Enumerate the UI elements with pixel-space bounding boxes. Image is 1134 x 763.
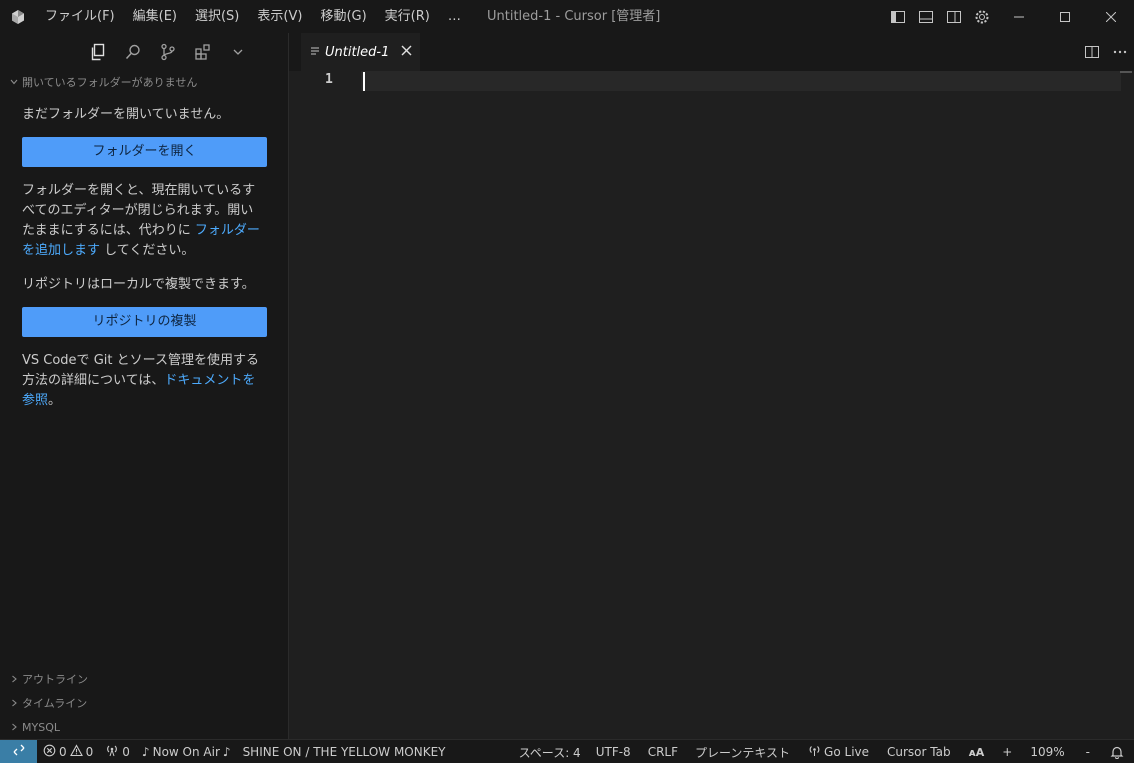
warning-count: 0: [85, 744, 94, 759]
text-cursor: [363, 72, 365, 91]
now-on-air-indicator[interactable]: ♪ Now On Air ♪: [136, 740, 237, 763]
mysql-title: MYSQL: [22, 720, 60, 734]
section-title: 開いているフォルダーがありません: [22, 76, 198, 89]
current-line-highlight: [361, 71, 1121, 91]
menu-edit[interactable]: 編集(E): [124, 0, 186, 33]
git-docs-description: VS Codeで Git とソース管理を使用する方法の詳細については、ドキュメン…: [22, 351, 266, 411]
indentation-selector[interactable]: スペース: 4: [513, 740, 587, 763]
chevron-right-icon: [6, 698, 22, 708]
extensions-icon[interactable]: [186, 33, 221, 71]
remote-icon: [12, 743, 26, 760]
open-folder-button[interactable]: フォルダーを開く: [22, 137, 267, 167]
editor-tab-bar: Untitled-1: [289, 33, 1134, 71]
welcome-view: まだフォルダーを開いていません。 フォルダーを開く フォルダーを開くと、現在開い…: [0, 93, 288, 411]
music-note-icon: ♪: [222, 744, 231, 759]
status-bar: 0 0 0 ♪ Now On Air ♪ SHINE ON / THE YELL…: [0, 739, 1134, 763]
maximize-button[interactable]: [1042, 0, 1088, 33]
outline-section-header[interactable]: アウトライン: [0, 667, 288, 691]
encoding-selector[interactable]: UTF-8: [587, 740, 640, 763]
open-folder-button-label: フォルダーを開く: [92, 144, 197, 159]
zoom-in-button[interactable]: +: [993, 740, 1021, 763]
menu-more[interactable]: …: [439, 0, 470, 33]
clone-repository-button[interactable]: リポジトリの複製: [22, 307, 267, 337]
menu-view[interactable]: 表示(V): [248, 0, 311, 33]
go-live-label: Go Live: [824, 745, 870, 759]
toggle-secondary-sidebar-icon[interactable]: [940, 0, 968, 33]
go-live-button[interactable]: Go Live: [799, 740, 878, 763]
tab-label: Untitled-1: [325, 45, 390, 60]
explorer-files-icon[interactable]: [81, 33, 116, 71]
settings-gear-icon[interactable]: [968, 0, 996, 33]
open-folder-description: フォルダーを開くと、現在開いているすべてのエディターが閉じられます。開いたままに…: [22, 181, 266, 261]
tab-untitled-1[interactable]: Untitled-1: [301, 33, 421, 71]
outline-title: アウトライン: [22, 673, 88, 686]
close-icon[interactable]: [401, 45, 412, 60]
music-note-icon: ♪: [141, 744, 150, 759]
window-title: Untitled-1 - Cursor [管理者]: [487, 9, 661, 24]
zoom-level[interactable]: 109%: [1021, 740, 1073, 763]
ports-count: 0: [122, 744, 130, 759]
toggle-panel-icon[interactable]: [912, 0, 940, 33]
broadcast-icon: [105, 744, 119, 760]
search-icon[interactable]: [116, 33, 151, 71]
problems-indicator[interactable]: 0 0: [37, 740, 99, 763]
split-editor-icon[interactable]: [1078, 36, 1106, 69]
chevron-down-icon: [6, 77, 22, 87]
chevron-down-icon[interactable]: [221, 33, 256, 71]
remote-indicator[interactable]: [0, 739, 37, 763]
line-number: 1: [325, 72, 333, 87]
clone-repository-button-label: リポジトリの複製: [92, 314, 197, 329]
title-bar: ファイル(F) 編集(E) 選択(S) 表示(V) 移動(G) 実行(R) … …: [0, 0, 1134, 33]
source-control-icon[interactable]: [151, 33, 186, 71]
now-playing-song[interactable]: SHINE ON / THE YELLOW MONKEY: [237, 740, 452, 763]
zoom-out-button[interactable]: -: [1074, 740, 1102, 763]
plain-text-file-icon: [309, 45, 321, 61]
chevron-right-icon: [6, 722, 22, 732]
timeline-section-header[interactable]: タイムライン: [0, 691, 288, 715]
eol-selector[interactable]: CRLF: [640, 740, 686, 763]
open-folder-text-after: してください。: [100, 243, 195, 258]
minimize-button[interactable]: [996, 0, 1042, 33]
toggle-primary-sidebar-icon[interactable]: [884, 0, 912, 33]
language-mode-selector[interactable]: プレーンテキスト: [686, 740, 799, 763]
chevron-right-icon: [6, 674, 22, 684]
timeline-title: タイムライン: [22, 697, 88, 710]
activity-bar: [0, 33, 288, 71]
close-window-button[interactable]: [1088, 0, 1134, 33]
broadcast-icon: [808, 744, 821, 760]
error-count: 0: [59, 744, 67, 759]
font-size-icon[interactable]: ᴀA: [960, 740, 994, 763]
notifications-bell-icon[interactable]: [1102, 740, 1134, 763]
minimap-slider[interactable]: [1120, 71, 1132, 73]
sidebar-bottom-sections: アウトライン タイムライン MYSQL: [0, 667, 288, 739]
no-folder-message: まだフォルダーを開いていません。: [22, 107, 230, 122]
git-docs-text-after: 。: [48, 393, 62, 408]
menu-run[interactable]: 実行(R): [376, 0, 439, 33]
no-folder-section-header[interactable]: 開いているフォルダーがありません: [0, 71, 288, 93]
warning-icon: [69, 743, 83, 760]
mysql-section-header[interactable]: MYSQL: [0, 715, 288, 739]
editor-area[interactable]: 1: [289, 71, 1134, 739]
more-actions-icon[interactable]: [1106, 36, 1134, 69]
menu-bar: ファイル(F) 編集(E) 選択(S) 表示(V) 移動(G) 実行(R) …: [36, 0, 470, 33]
explorer-sidebar: 開いているフォルダーがありません まだフォルダーを開いていません。 フォルダーを…: [0, 33, 289, 739]
menu-file[interactable]: ファイル(F): [36, 0, 124, 33]
error-icon: [43, 744, 56, 760]
ports-indicator[interactable]: 0: [99, 740, 136, 763]
menu-selection[interactable]: 選択(S): [186, 0, 248, 33]
now-on-air-label: Now On Air: [152, 744, 220, 759]
menu-go[interactable]: 移動(G): [311, 0, 375, 33]
clone-description: リポジトリはローカルで複製できます。: [22, 277, 255, 292]
cursor-tab-indicator[interactable]: Cursor Tab: [878, 740, 960, 763]
cursor-logo-icon: [0, 0, 36, 33]
